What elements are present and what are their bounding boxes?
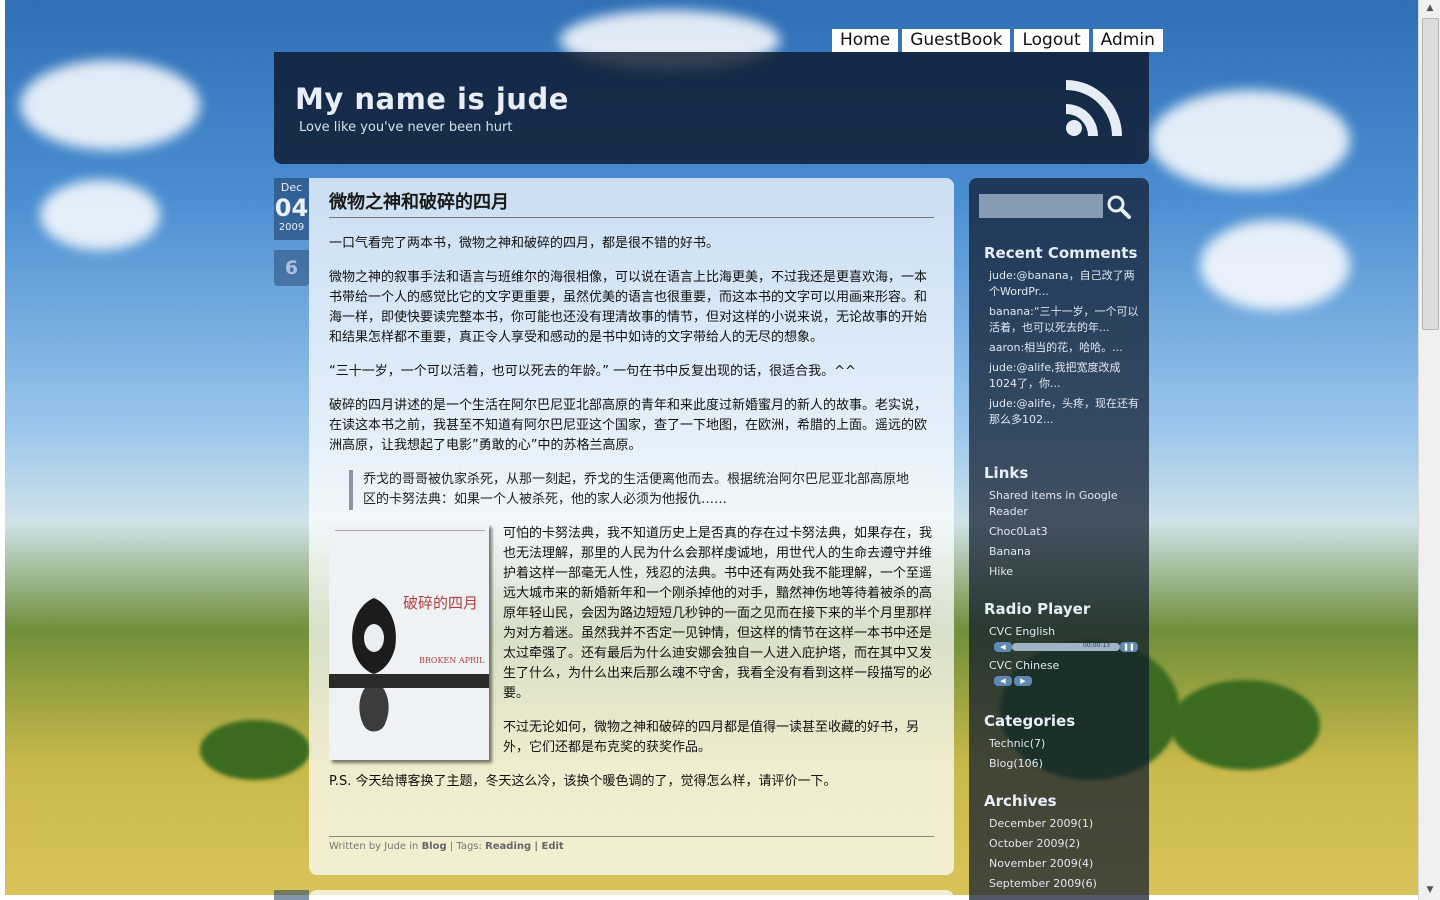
archives-title: Archives — [984, 792, 1057, 810]
site-header: My name is jude Love like you've never b… — [274, 52, 1149, 164]
search-input[interactable] — [979, 194, 1103, 218]
post-date-year: 2009 — [278, 222, 305, 233]
tree — [1170, 680, 1320, 770]
links-widget: Links Shared items in Google Reader Choc… — [984, 464, 1144, 584]
search-icon[interactable] — [1106, 194, 1132, 220]
categories-widget: Categories Technic(7) Blog(106) — [984, 712, 1144, 776]
archive-link[interactable]: December 2009(1) — [989, 816, 1144, 832]
site-title[interactable]: My name is jude — [295, 82, 569, 116]
book-cover-title-en: BROKEN APRIL — [419, 656, 485, 665]
sidebar-link[interactable]: Shared items in Google Reader — [989, 488, 1144, 520]
site-tagline: Love like you've never been hurt — [299, 120, 513, 135]
post-edit-link[interactable]: | Edit — [534, 841, 563, 852]
volume-icon[interactable]: ◀ — [994, 676, 1012, 686]
post-date-month: Dec — [280, 181, 303, 194]
recent-comment-link[interactable]: jude:@alife，头疼，现在还有那么多102... — [989, 396, 1144, 428]
cloud — [1200, 220, 1350, 310]
sidebar-link[interactable]: Banana — [989, 544, 1144, 560]
recent-comment-link[interactable]: banana:“三十一岁，一个可以活着，也可以死去的年... — [989, 304, 1144, 336]
scrollbar-thumb[interactable] — [1422, 18, 1439, 330]
tree — [200, 720, 310, 780]
recent-comments-widget: Recent Comments jude:@banana，自己改了两个WordP… — [984, 244, 1144, 432]
post-paragraph: P.S. 今天给博客换了主题，冬天这么冷，该换个暖色调的了，觉得怎么样，请评价一… — [329, 774, 837, 789]
radio-progress-track[interactable]: 00:00:13 — [1012, 642, 1120, 651]
categories-title: Categories — [984, 712, 1076, 730]
post-date-day: 04 — [274, 194, 309, 222]
radio-player-english: ◀ 00:00:13 ❚❚ — [994, 642, 1144, 652]
archive-link[interactable]: September 2009(6) — [989, 876, 1144, 892]
book-cover-title-cn: 破碎的四月 — [403, 594, 479, 612]
book-cover-rule — [335, 530, 485, 535]
radio-player-chinese: ◀ ▶ — [994, 676, 1144, 686]
nav-guestbook-link[interactable]: GuestBook — [902, 29, 1011, 52]
post-paragraph: “三十一岁，一个可以活着，也可以死去的年龄。” 一句在书中反复出现的话，很适合我… — [329, 364, 856, 379]
cloud — [40, 180, 160, 250]
sidebar-link[interactable]: Choc0Lat3 — [989, 524, 1144, 540]
radio-station-label: CVC English — [989, 625, 1056, 638]
sidebar: Recent Comments jude:@banana，自己改了两个WordP… — [969, 178, 1149, 900]
scroll-up-arrow-icon[interactable]: ▲ — [1423, 2, 1437, 14]
post-paragraph: 破碎的四月讲述的是一个生活在阿尔巴尼亚北部高原的青年和来此度过新婚蜜月的新人的故… — [329, 398, 928, 453]
post-paragraph: 一口气看完了两本书，微物之神和破碎的四月，都是很不错的好书。 — [329, 236, 720, 251]
post-title[interactable]: 微物之神和破碎的四月 — [329, 188, 934, 218]
nav-logout-link[interactable]: Logout — [1014, 29, 1089, 52]
scroll-down-arrow-icon[interactable]: ▼ — [1423, 884, 1437, 896]
cloud — [20, 60, 200, 150]
radio-station-label: CVC Chinese — [989, 659, 1060, 672]
vertical-scrollbar[interactable]: ▲ ▼ — [1418, 0, 1440, 900]
recent-comment-link[interactable]: jude:@alife,我把宽度改成1024了，你... — [989, 360, 1144, 392]
recent-comment-link[interactable]: jude:@banana，自己改了两个WordPr... — [989, 268, 1144, 300]
post-footer: Written by Jude in Blog | Tags: Reading … — [329, 836, 934, 852]
book-cover-band — [329, 674, 489, 688]
rss-icon[interactable] — [1064, 74, 1128, 138]
recent-comment-link[interactable]: aaron:相当的花，哈哈。... — [989, 340, 1144, 356]
radio-player-widget: Radio Player CVC English ◀ 00:00:13 ❚❚ C… — [984, 600, 1144, 692]
window-edge — [0, 0, 5, 900]
book-cover-figure — [352, 598, 396, 732]
recent-comments-title: Recent Comments — [984, 244, 1138, 262]
post-author: Written by Jude in — [329, 841, 419, 852]
post-tags-label: | Tags: — [449, 841, 482, 852]
cloud — [1150, 90, 1350, 190]
category-link[interactable]: Blog(106) — [989, 756, 1144, 772]
pause-icon[interactable]: ❚❚ — [1120, 642, 1138, 652]
next-post-date-badge — [274, 890, 309, 900]
archive-link[interactable]: November 2009(4) — [989, 856, 1144, 872]
post-quote: 乔戈的哥哥被仇家杀死，从那一刻起，乔戈的生活便离他而去。根据统治阿尔巴尼亚北部高… — [349, 470, 918, 510]
post-date-badge: Dec 04 2009 — [274, 178, 309, 240]
book-cover-image: 破碎的四月 BROKEN APRIL — [329, 524, 489, 760]
nav-home-link[interactable]: Home — [832, 29, 899, 52]
next-blog-post — [309, 890, 954, 900]
blog-post: 微物之神和破碎的四月 一口气看完了两本书，微物之神和破碎的四月，都是很不错的好书… — [309, 178, 954, 875]
radio-player-title: Radio Player — [984, 600, 1091, 618]
top-nav: Home GuestBook Logout Admin — [832, 29, 1163, 52]
nav-admin-link[interactable]: Admin — [1092, 29, 1163, 52]
sidebar-link[interactable]: Hike — [989, 564, 1144, 580]
comment-count-badge[interactable]: 6 — [274, 250, 309, 286]
category-link[interactable]: Technic(7) — [989, 736, 1144, 752]
archive-link[interactable]: October 2009(2) — [989, 836, 1144, 852]
post-category-link[interactable]: Blog — [422, 841, 447, 852]
links-title: Links — [984, 464, 1029, 482]
post-paragraph: 微物之神的叙事手法和语言与班维尔的海很相像，可以说在语言上比海更美，不过我还是更… — [329, 270, 928, 345]
radio-time: 00:00:13 — [1083, 642, 1110, 649]
post-tag-link[interactable]: Reading — [485, 841, 531, 852]
volume-icon[interactable]: ◀ — [994, 642, 1012, 652]
play-icon[interactable]: ▶ — [1014, 676, 1032, 686]
archives-widget: Archives December 2009(1) October 2009(2… — [984, 792, 1144, 896]
